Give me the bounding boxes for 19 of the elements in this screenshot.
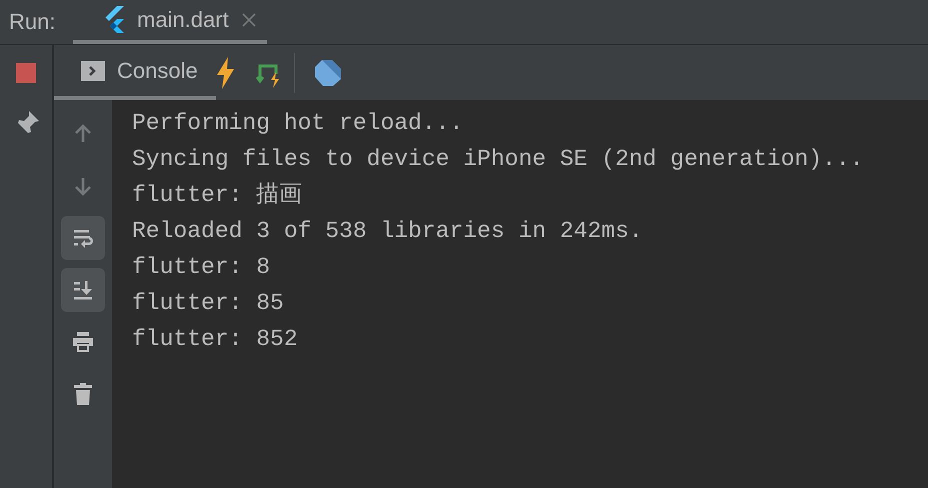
- lightning-icon[interactable]: [216, 56, 236, 88]
- close-icon[interactable]: [240, 12, 257, 28]
- flutter-logo-icon: [103, 6, 125, 34]
- file-tab[interactable]: main.dart: [73, 0, 267, 44]
- scroll-to-end-icon: [71, 278, 95, 302]
- console-line: flutter: 8: [132, 253, 272, 282]
- terminal-icon: [81, 60, 105, 80]
- console-line: Syncing files to device iPhone SE (2nd generation)...: [132, 145, 865, 174]
- printer-icon: [71, 330, 95, 354]
- soft-wrap-button[interactable]: [61, 216, 105, 260]
- run-label: Run:: [8, 8, 56, 36]
- console-line: Reloaded 3 of 538 libraries in 242ms.: [132, 217, 644, 246]
- console-line: Performing hot reload...: [132, 109, 464, 138]
- scroll-to-end-button[interactable]: [61, 268, 105, 312]
- console-line: flutter: 85: [132, 289, 285, 318]
- console-line: flutter: 852: [132, 325, 299, 354]
- dart-logo-icon[interactable]: [312, 58, 343, 88]
- trash-icon: [71, 382, 95, 406]
- console-line: flutter: 描画: [132, 181, 304, 210]
